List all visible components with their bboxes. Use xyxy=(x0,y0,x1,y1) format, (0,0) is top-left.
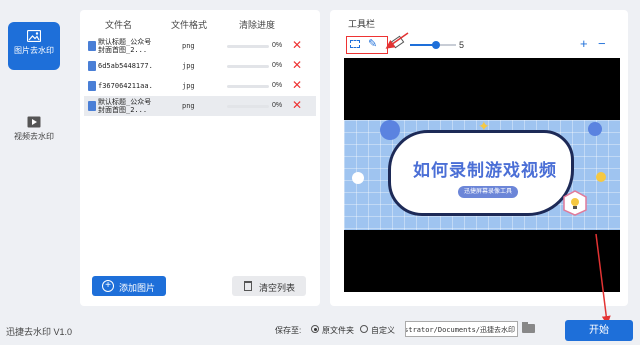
slider-handle[interactable] xyxy=(432,41,440,49)
sidebar-item-video-watermark[interactable]: 视频去水印 xyxy=(8,108,60,156)
progress-percent: 0% xyxy=(272,102,283,109)
toolbar-title: 工具栏 xyxy=(348,19,376,29)
trash-icon xyxy=(244,281,252,291)
progress-bar xyxy=(227,65,269,68)
image-file-icon xyxy=(88,81,96,91)
file-format: png xyxy=(182,102,195,110)
radio-original-folder-label: 原文件夹 xyxy=(322,326,354,335)
file-name: 6d5ab5448177... xyxy=(98,62,154,70)
start-button[interactable]: 开始 xyxy=(565,320,633,341)
file-name: f367064211aa... xyxy=(98,82,154,90)
lightbulb-icon xyxy=(563,190,587,216)
output-path-field[interactable]: istrator/Documents/迅捷去水印 xyxy=(405,321,518,337)
clear-list-label: 清空列表 xyxy=(259,283,296,293)
editor-panel: 工具栏 ✎ 5 + − ✦ ✦ 如何录制游戏视频 迅捷屏幕录像工具 xyxy=(330,10,628,306)
image-preview[interactable]: ✦ ✦ 如何录制游戏视频 迅捷屏幕录像工具 xyxy=(344,58,620,292)
file-row[interactable]: f367064211aa... jpg 0% ✕ xyxy=(84,76,316,96)
file-format: jpg xyxy=(182,62,195,70)
decor-circle xyxy=(596,172,606,182)
image-file-icon xyxy=(88,41,96,51)
file-row-selected[interactable]: 默认标题_公众号封面首图_2... png 0% ✕ xyxy=(84,96,316,116)
pen-icon[interactable]: ✎ xyxy=(368,37,377,50)
preview-subtitle-text: 迅捷屏幕录像工具 xyxy=(458,186,518,198)
save-to-label: 保存至: xyxy=(275,326,302,335)
progress-bar xyxy=(227,85,269,88)
image-file-icon xyxy=(88,61,96,71)
zoom-in-button[interactable]: + xyxy=(580,36,588,51)
brush-size-value: 5 xyxy=(459,40,465,50)
preview-image: ✦ ✦ 如何录制游戏视频 迅捷屏幕录像工具 xyxy=(344,118,620,230)
radio-original-folder[interactable] xyxy=(311,325,319,333)
file-row[interactable]: 默认标题_公众号封面首图_2... png 0% ✕ xyxy=(84,36,316,56)
delete-icon[interactable]: ✕ xyxy=(292,39,302,51)
clear-list-button[interactable]: 清空列表 xyxy=(232,276,306,296)
app-version: 迅捷去水印 V1.0 xyxy=(6,327,73,337)
rectangle-select-icon[interactable] xyxy=(350,40,360,48)
file-name: 默认标题_公众号封面首图_2... xyxy=(98,98,152,114)
delete-icon[interactable]: ✕ xyxy=(292,59,302,71)
sidebar-item-image-watermark[interactable]: 图片去水印 xyxy=(8,22,60,70)
progress-bar xyxy=(227,45,269,48)
eraser-icon[interactable] xyxy=(390,35,405,49)
decor-circle xyxy=(380,120,400,140)
column-header-filename: 文件名 xyxy=(105,20,133,30)
progress-bar xyxy=(227,105,269,108)
plus-icon: + xyxy=(102,280,114,292)
radio-custom-folder[interactable] xyxy=(360,325,368,333)
radio-custom-folder-label: 自定义 xyxy=(371,326,395,335)
image-file-icon xyxy=(88,101,96,111)
delete-icon[interactable]: ✕ xyxy=(292,99,302,111)
folder-icon[interactable] xyxy=(522,322,535,333)
sidebar-item-label: 图片去水印 xyxy=(14,46,54,55)
progress-percent: 0% xyxy=(272,42,283,49)
column-header-format: 文件格式 xyxy=(171,20,208,30)
file-format: png xyxy=(182,42,195,50)
file-format: jpg xyxy=(182,82,195,90)
progress-percent: 0% xyxy=(272,82,283,89)
file-list-panel: 文件名 文件格式 清除进度 默认标题_公众号封面首图_2... png 0% ✕… xyxy=(80,10,320,306)
preview-title-text: 如何录制游戏视频 xyxy=(413,161,557,181)
column-header-progress: 清除进度 xyxy=(239,20,276,30)
decor-circle xyxy=(588,122,602,136)
progress-percent: 0% xyxy=(272,62,283,69)
toolbar: ✎ 5 + − xyxy=(346,35,616,54)
decor-circle xyxy=(352,172,364,184)
zoom-out-button[interactable]: − xyxy=(598,36,606,51)
file-name: 默认标题_公众号封面首图_2... xyxy=(98,38,152,54)
file-row[interactable]: 6d5ab5448177... jpg 0% ✕ xyxy=(84,56,316,76)
add-image-label: 添加图片 xyxy=(119,283,156,293)
file-list: 默认标题_公众号封面首图_2... png 0% ✕ 6d5ab5448177.… xyxy=(84,36,316,116)
file-list-header: 文件名 文件格式 清除进度 xyxy=(80,18,320,32)
delete-icon[interactable]: ✕ xyxy=(292,79,302,91)
add-image-button[interactable]: + 添加图片 xyxy=(92,276,166,296)
sidebar: 图片去水印 视频去水印 xyxy=(0,0,68,314)
video-icon xyxy=(27,116,41,128)
sidebar-item-label: 视频去水印 xyxy=(14,132,54,141)
image-icon xyxy=(27,30,41,42)
output-path-text: istrator/Documents/迅捷去水印 xyxy=(405,326,515,334)
